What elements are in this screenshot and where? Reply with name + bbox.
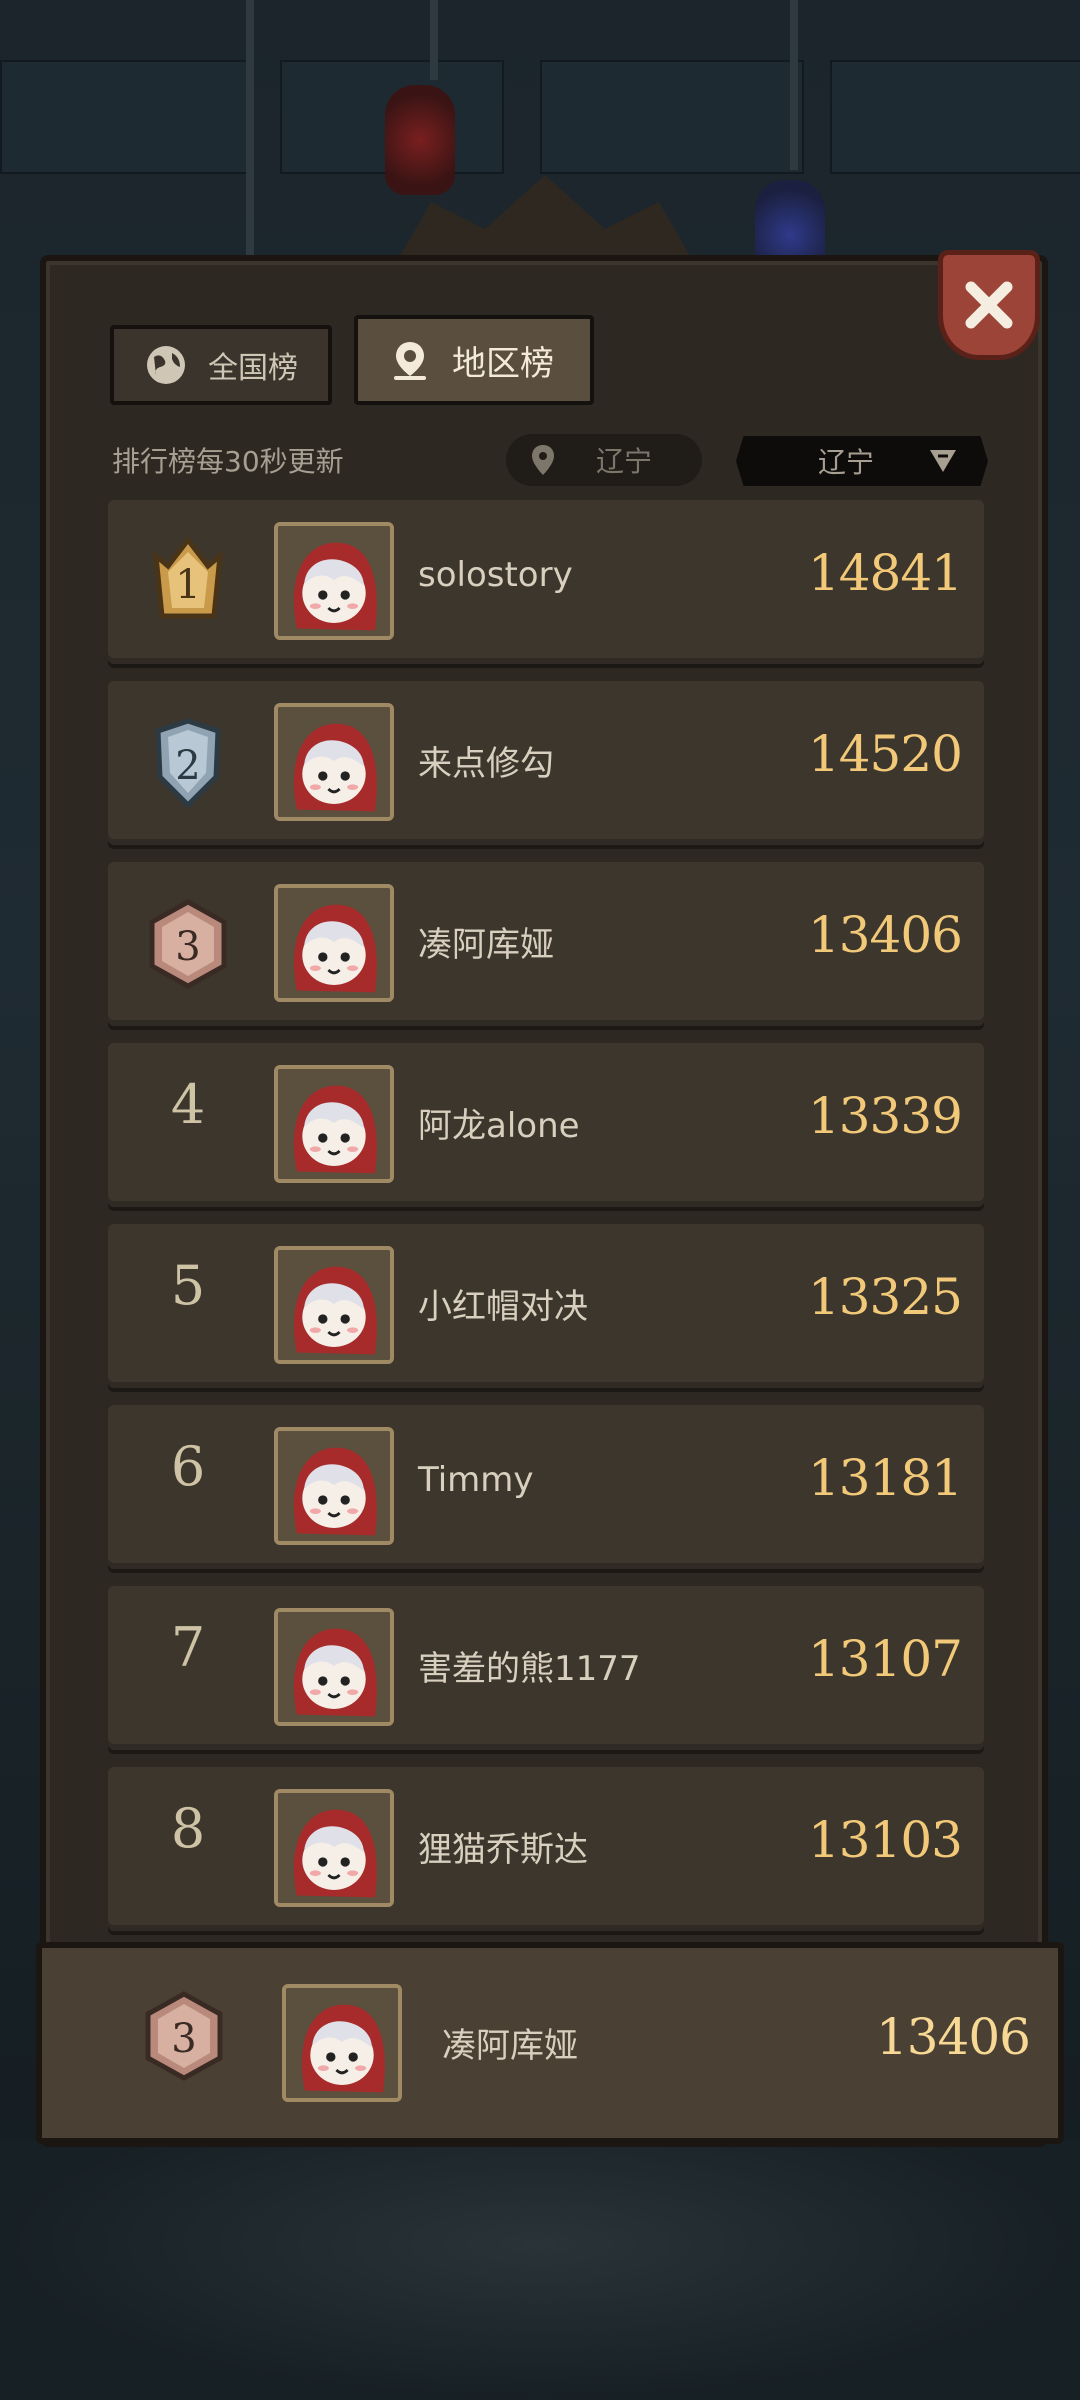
player-name: 阿龙alone <box>418 1106 580 1146</box>
player-score: 13339 <box>807 1087 963 1145</box>
red-hood-avatar <box>286 1988 398 2098</box>
red-hood-avatar <box>278 1431 390 1541</box>
ranking-row[interactable]: 3 凑阿库娅 13406 <box>108 862 984 1026</box>
red-hood-avatar <box>278 1069 390 1179</box>
rank-badge-bronze: 3 <box>146 898 230 990</box>
ranking-row[interactable]: 1 solostory 14841 <box>108 500 984 664</box>
player-score: 13181 <box>807 1449 963 1507</box>
player-name: 小红帽对决 <box>418 1287 588 1327</box>
player-name: 害羞的熊1177 <box>418 1649 641 1689</box>
avatar[interactable] <box>274 1608 394 1726</box>
rank-number: 7 <box>170 1616 206 1679</box>
player-score: 13103 <box>807 1811 963 1869</box>
location-pin-icon <box>394 342 426 380</box>
tab-national[interactable]: 全国榜 <box>110 325 332 405</box>
ranking-row[interactable]: 4 阿龙alone 13339 <box>108 1043 984 1207</box>
ranking-row[interactable]: 2 来点修勾 14520 <box>108 681 984 845</box>
player-score: 13406 <box>807 906 963 964</box>
location-pin-icon <box>532 445 554 475</box>
tab-region[interactable]: 地区榜 <box>354 315 594 405</box>
self-rank-number: 3 <box>171 2016 196 2062</box>
avatar[interactable] <box>274 522 394 640</box>
player-score: 13325 <box>807 1268 963 1326</box>
close-icon <box>965 281 1013 329</box>
location-pill[interactable]: 辽宁 <box>506 434 702 486</box>
rank-number: 4 <box>170 1073 206 1136</box>
self-player-name: 凑阿库娅 <box>442 2026 578 2066</box>
ranking-row[interactable]: 7 害羞的熊1177 13107 <box>108 1586 984 1750</box>
dungeon-floor <box>0 2140 1080 2400</box>
ranking-row[interactable]: 8 狸猫乔斯达 13103 <box>108 1767 984 1931</box>
location-select[interactable]: 辽宁 <box>736 436 988 486</box>
tab-national-label: 全国榜 <box>208 351 298 386</box>
player-name: 狸猫乔斯达 <box>418 1830 588 1870</box>
self-rank-bar: 3 凑阿库娅 13406 <box>36 1942 1064 2144</box>
red-hood-avatar <box>278 1612 390 1722</box>
rank-badge-icon: 3 <box>149 899 227 989</box>
hex-badge-icon: 3 <box>145 1991 223 2081</box>
dropdown-arrow-icon <box>930 450 956 472</box>
avatar <box>282 1984 402 2102</box>
wall-brick <box>0 60 254 174</box>
update-note: 排行榜每30秒更新 <box>112 445 344 478</box>
wall-brick <box>830 60 1080 174</box>
player-name: 来点修勾 <box>418 744 554 784</box>
avatar[interactable] <box>274 1789 394 1907</box>
red-hood-avatar <box>278 1793 390 1903</box>
player-score: 14841 <box>807 544 963 602</box>
red-hood-avatar <box>278 1250 390 1360</box>
player-score: 13107 <box>807 1630 963 1688</box>
tab-region-label: 地区榜 <box>452 343 554 384</box>
red-hood-avatar <box>278 707 390 817</box>
rank-badge-gold: 1 <box>146 535 230 628</box>
rank-number: 8 <box>170 1797 206 1860</box>
avatar[interactable] <box>274 884 394 1002</box>
ranking-row[interactable]: 6 Timmy 13181 <box>108 1405 984 1569</box>
rank-number: 5 <box>170 1254 206 1317</box>
red-hood-avatar <box>278 526 390 636</box>
rank-badge-icon: 1 <box>152 535 224 619</box>
self-score: 13406 <box>875 2008 1031 2066</box>
player-name: Timmy <box>418 1460 534 1500</box>
hanging-chain <box>430 0 438 80</box>
rank-number: 2 <box>175 743 200 789</box>
red-lantern <box>385 85 455 195</box>
avatar[interactable] <box>274 703 394 821</box>
wall-brick <box>540 60 804 174</box>
hanging-chain <box>790 0 798 170</box>
hanging-chain <box>246 0 254 270</box>
rank-number: 3 <box>175 924 200 970</box>
rank-badge-silver: 2 <box>146 717 230 809</box>
player-name: 凑阿库娅 <box>418 925 554 965</box>
player-score: 14520 <box>807 725 963 783</box>
player-name: solostory <box>418 555 573 595</box>
rank-badge-icon: 2 <box>155 718 221 809</box>
globe-icon <box>147 346 185 384</box>
location-pill-label: 辽宁 <box>596 445 653 478</box>
avatar[interactable] <box>274 1065 394 1183</box>
avatar[interactable] <box>274 1246 394 1364</box>
avatar[interactable] <box>274 1427 394 1545</box>
rank-number: 1 <box>175 562 200 608</box>
close-button[interactable] <box>938 250 1040 360</box>
red-hood-avatar <box>278 888 390 998</box>
location-select-label: 辽宁 <box>818 446 875 479</box>
rank-number: 6 <box>170 1435 206 1498</box>
ranking-row[interactable]: 5 小红帽对决 13325 <box>108 1224 984 1388</box>
rank-badge-bronze: 3 <box>142 1990 226 2082</box>
